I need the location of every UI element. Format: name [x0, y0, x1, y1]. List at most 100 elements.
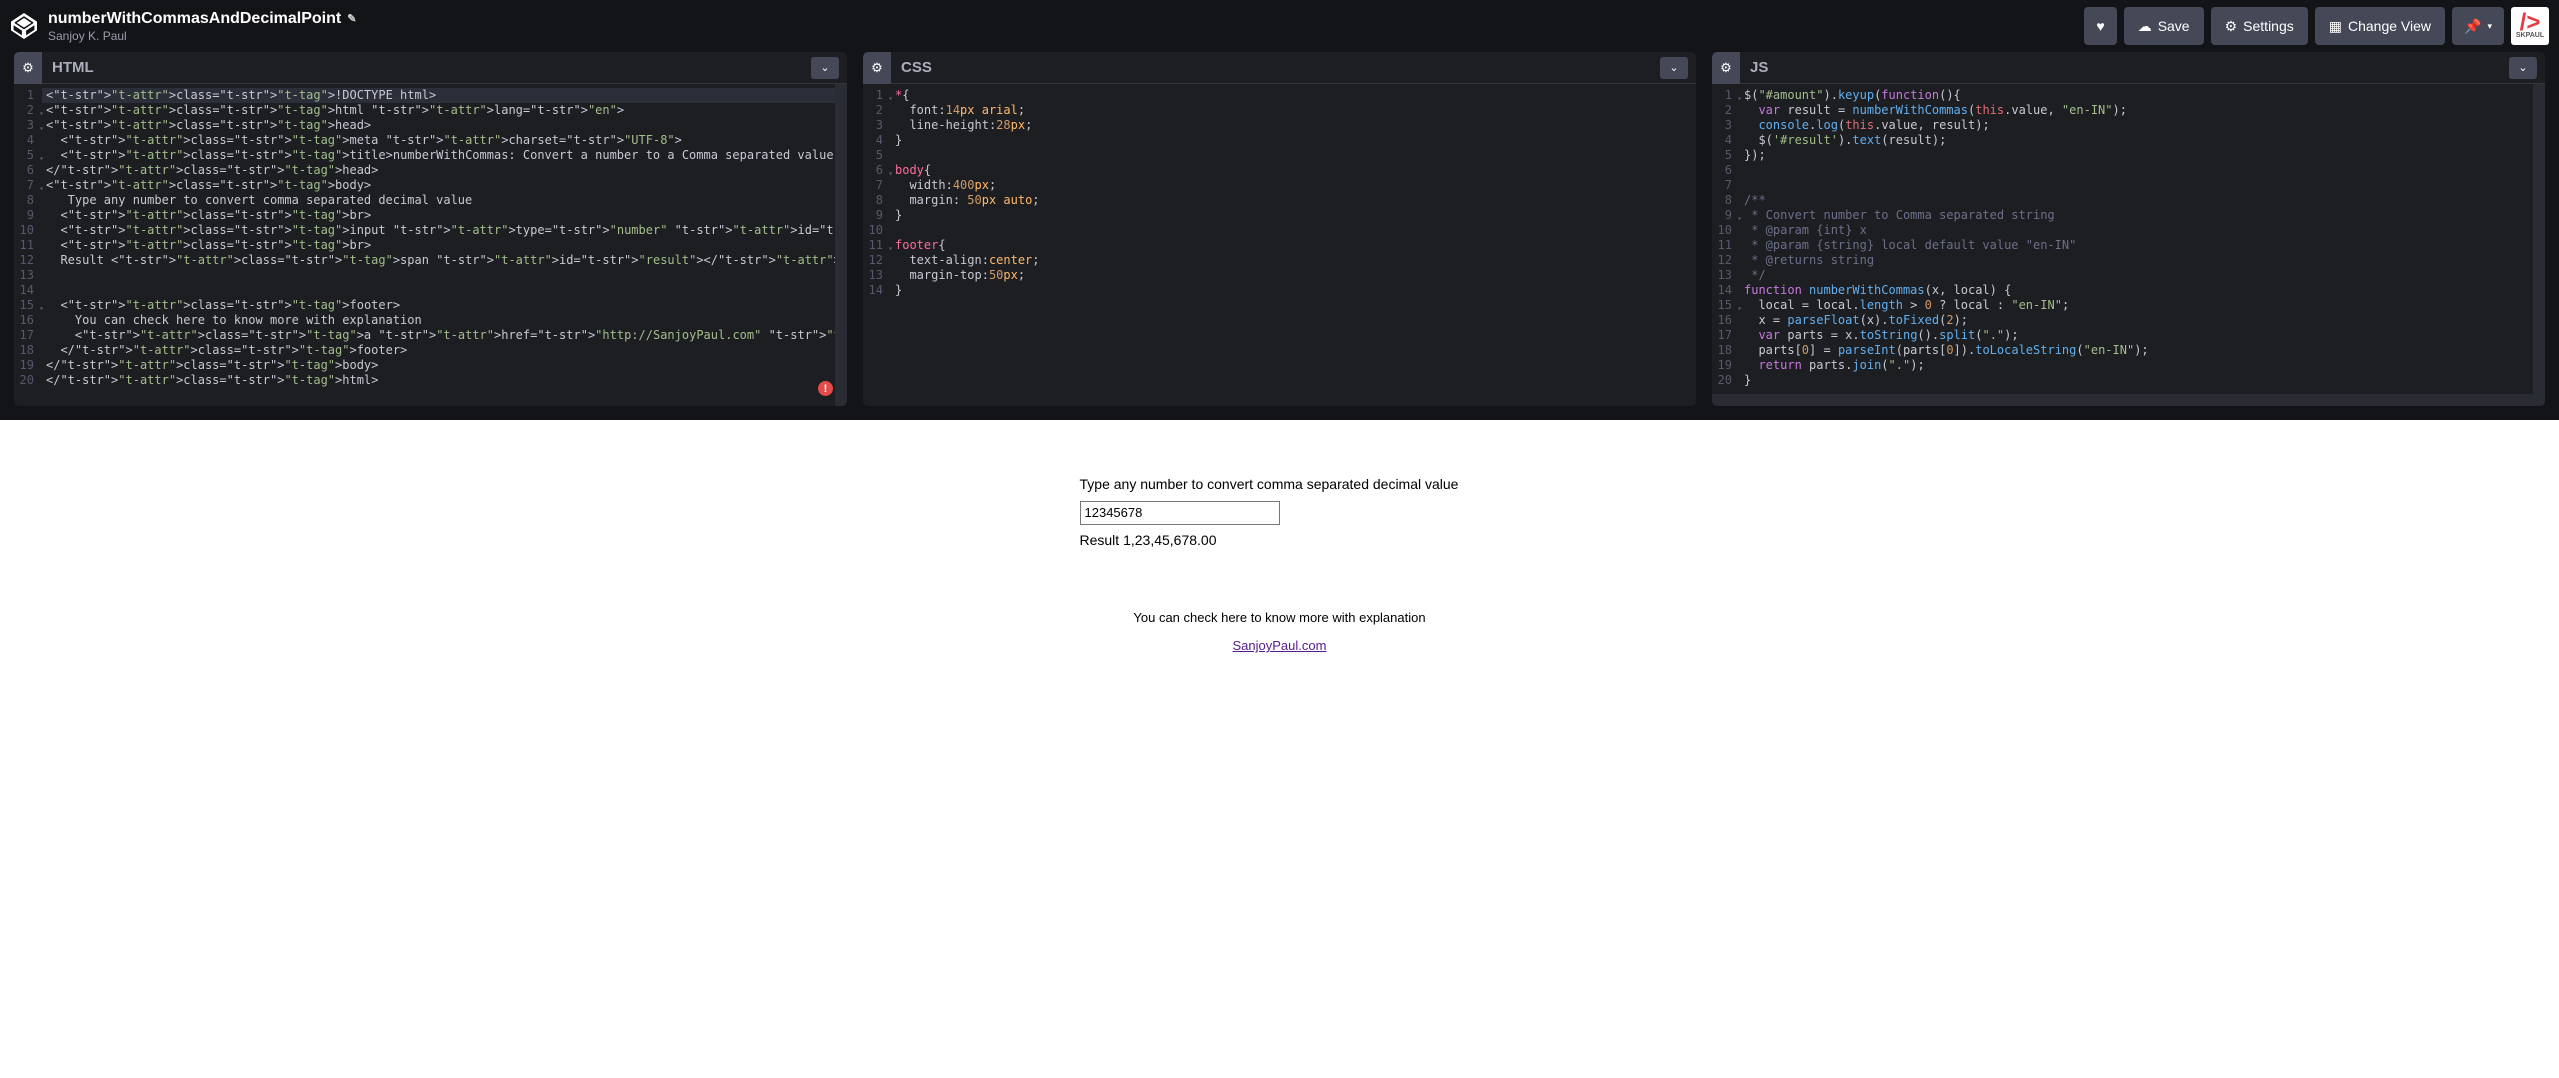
- code-line[interactable]: 2▾<"t-str">"t-attr">class="t-str">"t-tag…: [14, 103, 847, 118]
- pin-button[interactable]: 📌 ▾: [2452, 7, 2504, 45]
- code-line[interactable]: 18 </"t-str">"t-attr">class="t-str">"t-t…: [14, 343, 847, 358]
- code-line[interactable]: 8 Type any number to convert comma separ…: [14, 193, 847, 208]
- code-line[interactable]: 12 * @returns string: [1712, 253, 2545, 268]
- css-collapse-button[interactable]: ⌄: [1660, 57, 1688, 79]
- scrollbar-horizontal[interactable]: [1712, 394, 2533, 406]
- code-line[interactable]: 5▾ <"t-str">"t-attr">class="t-str">"t-ta…: [14, 148, 847, 163]
- result-label: Result: [1080, 532, 1120, 548]
- code-line[interactable]: 14}: [863, 283, 1696, 298]
- footer-link[interactable]: SanjoyPaul.com: [1233, 638, 1327, 653]
- code-line[interactable]: 17 <"t-str">"t-attr">class="t-str">"t-ta…: [14, 328, 847, 343]
- code-line[interactable]: 13 margin-top:50px;: [863, 268, 1696, 283]
- code-line[interactable]: 11▾footer{: [863, 238, 1696, 253]
- gear-icon: ⚙: [1720, 60, 1732, 76]
- code-line[interactable]: 1▾$("#amount").keyup(function(){: [1712, 88, 2545, 103]
- css-settings-button[interactable]: ⚙: [863, 52, 891, 84]
- code-line[interactable]: 7 width:400px;: [863, 178, 1696, 193]
- pencil-icon[interactable]: ✎: [347, 12, 356, 25]
- avatar[interactable]: /> SKPAUL: [2511, 7, 2549, 45]
- code-line[interactable]: 4}: [863, 133, 1696, 148]
- code-line[interactable]: 7: [1712, 178, 2545, 193]
- save-button[interactable]: ☁ Save: [2124, 7, 2204, 45]
- amount-input[interactable]: [1080, 501, 1280, 525]
- code-line[interactable]: 14: [14, 283, 847, 298]
- code-line[interactable]: 10 * @param {int} x: [1712, 223, 2545, 238]
- code-line[interactable]: 2 var result = numberWithCommas(this.val…: [1712, 103, 2545, 118]
- change-view-button[interactable]: ▦ Change View: [2315, 7, 2445, 45]
- code-line[interactable]: 1▾*{: [863, 88, 1696, 103]
- code-line[interactable]: 6: [1712, 163, 2545, 178]
- code-line[interactable]: 4 <"t-str">"t-attr">class="t-str">"t-tag…: [14, 133, 847, 148]
- css-code-area[interactable]: 1▾*{2 font:14px arial;3 line-height:28px…: [863, 84, 1696, 406]
- css-editor: ⚙ CSS ⌄ 1▾*{2 font:14px arial;3 line-hei…: [863, 52, 1696, 406]
- code-line[interactable]: 18 parts[0] = parseInt(parts[0]).toLocal…: [1712, 343, 2545, 358]
- code-line[interactable]: 7▾<"t-str">"t-attr">class="t-str">"t-tag…: [14, 178, 847, 193]
- html-settings-button[interactable]: ⚙: [14, 52, 42, 84]
- output-footer: You can check here to know more with exp…: [1080, 604, 1480, 660]
- code-line[interactable]: 13 */: [1712, 268, 2545, 283]
- code-line[interactable]: 1<"t-str">"t-attr">class="t-str">"t-tag"…: [14, 88, 847, 103]
- html-collapse-button[interactable]: ⌄: [811, 57, 839, 79]
- scrollbar-vertical[interactable]: [835, 84, 847, 406]
- code-line[interactable]: 13: [14, 268, 847, 283]
- code-line[interactable]: 16 x = parseFloat(x).toFixed(2);: [1712, 313, 2545, 328]
- js-code-area[interactable]: 1▾$("#amount").keyup(function(){2 var re…: [1712, 84, 2545, 406]
- settings-button[interactable]: ⚙ Settings: [2211, 7, 2308, 45]
- code-line[interactable]: 11 * @param {string} local default value…: [1712, 238, 2545, 253]
- code-line[interactable]: 5});: [1712, 148, 2545, 163]
- codepen-logo[interactable]: [10, 12, 38, 40]
- footer-text: You can check here to know more with exp…: [1080, 604, 1480, 632]
- code-line[interactable]: 5: [863, 148, 1696, 163]
- code-line[interactable]: 20}: [1712, 373, 2545, 388]
- code-line[interactable]: 19</"t-str">"t-attr">class="t-str">"t-ta…: [14, 358, 847, 373]
- code-line[interactable]: 15▾ local = local.length > 0 ? local : "…: [1712, 298, 2545, 313]
- chevron-down-icon: ⌄: [820, 61, 829, 74]
- html-editor-header: ⚙ HTML ⌄: [14, 52, 847, 84]
- pin-icon: 📌: [2464, 18, 2481, 35]
- heart-icon: ♥: [2096, 18, 2104, 34]
- code-line[interactable]: 11 <"t-str">"t-attr">class="t-str">"t-ta…: [14, 238, 847, 253]
- code-line[interactable]: 20</"t-str">"t-attr">class="t-str">"t-ta…: [14, 373, 847, 388]
- html-code-area[interactable]: 1<"t-str">"t-attr">class="t-str">"t-tag"…: [14, 84, 847, 406]
- html-editor-title: HTML: [52, 59, 811, 76]
- code-line[interactable]: 19 return parts.join(".");: [1712, 358, 2545, 373]
- js-editor-header: ⚙ JS ⌄: [1712, 52, 2545, 84]
- code-line[interactable]: 17 var parts = x.toString().split(".");: [1712, 328, 2545, 343]
- code-line[interactable]: 2 font:14px arial;: [863, 103, 1696, 118]
- js-settings-button[interactable]: ⚙: [1712, 52, 1740, 84]
- code-line[interactable]: 15▾ <"t-str">"t-attr">class="t-str">"t-t…: [14, 298, 847, 313]
- code-line[interactable]: 12 text-align:center;: [863, 253, 1696, 268]
- code-line[interactable]: 9▾ * Convert number to Comma separated s…: [1712, 208, 2545, 223]
- scrollbar-vertical[interactable]: [2533, 84, 2545, 406]
- output-prompt: Type any number to convert comma separat…: [1080, 470, 1480, 498]
- code-line[interactable]: 8/**: [1712, 193, 2545, 208]
- code-line[interactable]: 4 $('#result').text(result);: [1712, 133, 2545, 148]
- js-editor-title: JS: [1750, 59, 2509, 76]
- gear-icon: ⚙: [871, 60, 883, 76]
- pen-author[interactable]: Sanjoy K. Paul: [48, 29, 356, 43]
- css-editor-title: CSS: [901, 59, 1660, 76]
- code-line[interactable]: 10 <"t-str">"t-attr">class="t-str">"t-ta…: [14, 223, 847, 238]
- code-line[interactable]: 6</"t-str">"t-attr">class="t-str">"t-tag…: [14, 163, 847, 178]
- code-line[interactable]: 12 Result <"t-str">"t-attr">class="t-str…: [14, 253, 847, 268]
- pen-title[interactable]: numberWithCommasAndDecimalPoint ✎: [48, 10, 356, 28]
- js-collapse-button[interactable]: ⌄: [2509, 57, 2537, 79]
- code-line[interactable]: 10: [863, 223, 1696, 238]
- code-line[interactable]: 9 <"t-str">"t-attr">class="t-str">"t-tag…: [14, 208, 847, 223]
- chevron-down-icon: ▾: [2487, 21, 2492, 32]
- code-line[interactable]: 3▾<"t-str">"t-attr">class="t-str">"t-tag…: [14, 118, 847, 133]
- change-view-label: Change View: [2348, 18, 2431, 34]
- heart-button[interactable]: ♥: [2084, 7, 2116, 45]
- layout-icon: ▦: [2329, 18, 2342, 35]
- code-line[interactable]: 6▾body{: [863, 163, 1696, 178]
- title-block: numberWithCommasAndDecimalPoint ✎ Sanjoy…: [48, 10, 356, 43]
- code-line[interactable]: 16 You can check here to know more with …: [14, 313, 847, 328]
- code-line[interactable]: 9}: [863, 208, 1696, 223]
- save-label: Save: [2158, 18, 2190, 34]
- code-line[interactable]: 3 line-height:28px;: [863, 118, 1696, 133]
- code-line[interactable]: 3 console.log(this.value, result);: [1712, 118, 2545, 133]
- output-body: Type any number to convert comma separat…: [1080, 470, 1480, 1078]
- code-line[interactable]: 8 margin: 50px auto;: [863, 193, 1696, 208]
- code-line[interactable]: 14function numberWithCommas(x, local) {: [1712, 283, 2545, 298]
- error-badge[interactable]: !: [818, 381, 833, 396]
